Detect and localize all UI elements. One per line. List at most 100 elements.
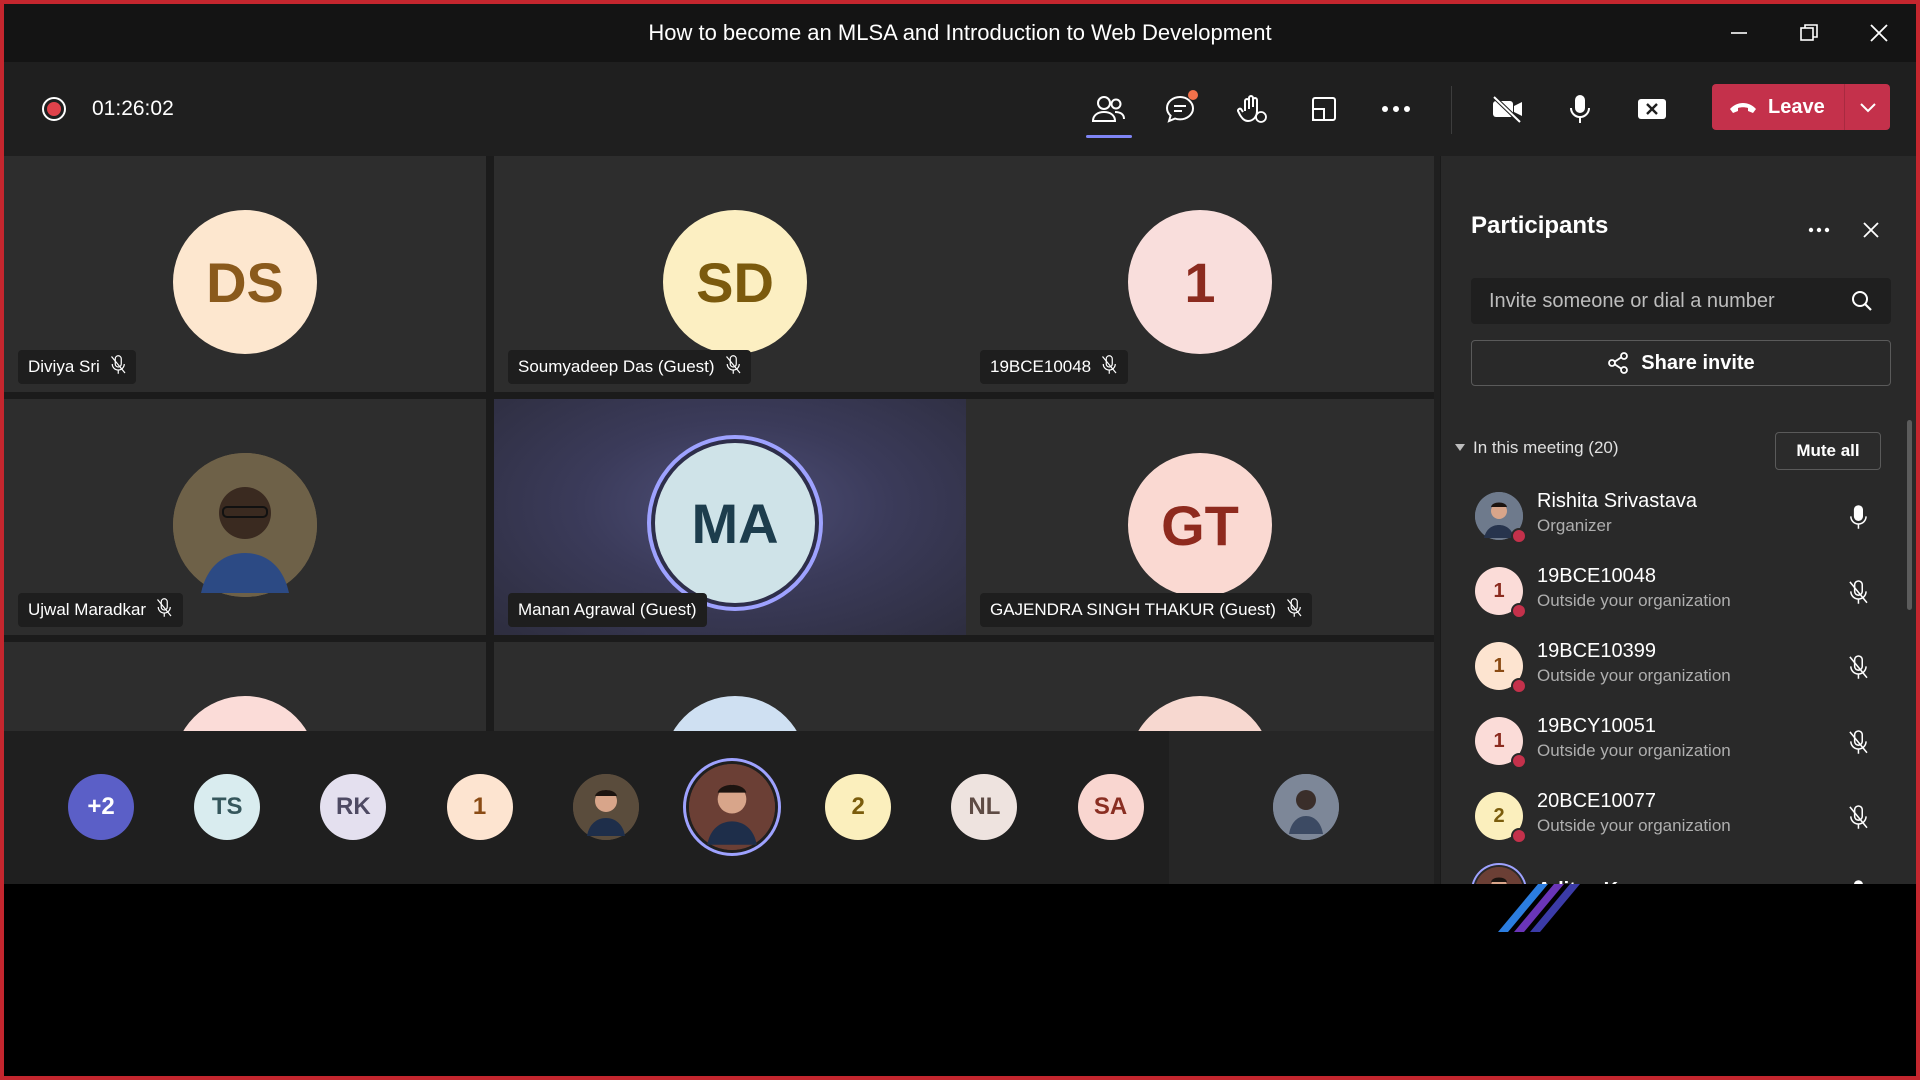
mic-muted-icon[interactable] — [1845, 577, 1871, 607]
participant-row[interactable]: 2 20BCE10077 Outside your organization — [1441, 780, 1916, 855]
mic-muted-icon[interactable] — [1845, 802, 1871, 832]
microphone-icon — [1570, 95, 1590, 123]
unread-dot — [1188, 90, 1198, 100]
avatar-initials: DS — [206, 250, 284, 314]
participant-row[interactable]: 1 19BCE10399 Outside your organization — [1441, 630, 1916, 705]
hang-up-icon — [1730, 103, 1756, 113]
show-conversation-button[interactable] — [1154, 84, 1206, 134]
show-participants-button[interactable] — [1082, 84, 1134, 138]
mic-muted-icon — [725, 354, 742, 380]
filmstrip-label: +2 — [87, 793, 115, 820]
chevron-down-icon — [1859, 103, 1876, 113]
microphone-icon[interactable] — [1845, 877, 1871, 884]
participant-avatar: 1 — [1128, 210, 1272, 354]
presence-status-icon — [1511, 603, 1527, 619]
recording-indicator-icon — [42, 97, 66, 121]
video-tile[interactable]: MA Manan Agrawal (Guest) — [494, 399, 976, 635]
video-tile[interactable]: Ujwal Maradkar — [4, 399, 486, 635]
person-photo-icon — [572, 774, 639, 840]
mute-all-button[interactable]: Mute all — [1775, 432, 1881, 470]
decorative-stripes — [1498, 884, 1580, 932]
more-icon — [1808, 227, 1830, 233]
mic-muted-icon[interactable] — [1845, 652, 1871, 682]
filmstrip-avatar[interactable]: SA — [1077, 774, 1144, 840]
more-icon — [1382, 106, 1410, 112]
participant-avatar: GT — [1128, 453, 1272, 597]
more-actions-button[interactable] — [1370, 84, 1422, 134]
presence-status-icon — [1511, 753, 1527, 769]
share-screen-icon — [1638, 99, 1666, 119]
restore-button[interactable] — [1774, 4, 1844, 62]
filmstrip-avatar[interactable] — [572, 774, 639, 840]
filmstrip-avatar[interactable]: 2 — [825, 774, 892, 840]
avatar-initials: 1 — [1493, 729, 1505, 752]
avatar-initials: MA — [691, 491, 779, 555]
section-label: In this meeting (20) — [1473, 438, 1619, 457]
filmstrip-avatar[interactable]: 1 — [446, 774, 513, 840]
view-layout-button[interactable] — [1298, 84, 1350, 134]
participant-name: Diviya Sri — [28, 357, 100, 376]
meeting-toolbar: 01:26:02 Leave — [4, 62, 1916, 156]
share-invite-button[interactable]: Share invite — [1471, 340, 1891, 386]
participant-role: Outside your organization — [1537, 591, 1731, 610]
in-meeting-section-toggle[interactable]: In this meeting (20) — [1455, 438, 1619, 458]
microphone-toggle-button[interactable] — [1554, 84, 1606, 134]
close-icon — [1863, 222, 1879, 238]
panel-scrollbar[interactable] — [1907, 420, 1912, 610]
self-avatar — [1273, 774, 1339, 840]
leave-button[interactable]: Leave — [1712, 84, 1890, 130]
participant-name: 19BCE10399 — [1537, 640, 1656, 662]
minimize-icon — [1731, 32, 1747, 34]
participant-row[interactable]: 1 19BCY10051 Outside your organization — [1441, 705, 1916, 780]
video-tile[interactable]: GT GAJENDRA SINGH THAKUR (Guest) — [966, 399, 1434, 635]
camera-off-icon — [1492, 95, 1522, 124]
leave-options-dropdown[interactable] — [1845, 84, 1890, 130]
filmstrip-label: 1 — [472, 793, 487, 820]
avatar-initials: 1 — [1493, 654, 1505, 677]
person-photo-icon — [173, 453, 317, 597]
presence-status-icon — [1511, 678, 1527, 694]
stop-sharing-button[interactable] — [1626, 84, 1678, 134]
mic-muted-icon — [110, 354, 127, 380]
filmstrip-avatar[interactable]: +2 — [68, 774, 134, 840]
invite-search-input[interactable]: Invite someone or dial a number — [1471, 278, 1891, 324]
reactions-button[interactable] — [1226, 84, 1278, 134]
filmstrip-avatar[interactable]: RK — [320, 774, 387, 840]
title-bar: How to become an MLSA and Introduction t… — [4, 4, 1916, 62]
camera-toggle-button[interactable] — [1482, 84, 1534, 134]
participant-role: Organizer — [1537, 516, 1612, 535]
filmstrip-avatar[interactable] — [689, 764, 775, 850]
microphone-icon[interactable] — [1845, 502, 1871, 532]
participant-name-tag: Manan Agrawal (Guest) — [508, 593, 707, 627]
mic-muted-icon[interactable] — [1845, 727, 1871, 757]
leave-main[interactable]: Leave — [1712, 84, 1844, 130]
participant-avatar — [173, 453, 317, 597]
participant-name: GAJENDRA SINGH THAKUR (Guest) — [990, 600, 1276, 619]
participant-name: Ujwal Maradkar — [28, 600, 147, 619]
video-tile[interactable]: 1 19BCE10048 — [966, 156, 1434, 392]
close-icon — [1870, 24, 1888, 42]
self-view-tile[interactable] — [1169, 731, 1434, 884]
filmstrip-label: RK — [336, 793, 371, 820]
participant-row[interactable]: Rishita Srivastava Organizer — [1441, 480, 1916, 555]
participant-row[interactable]: 1 19BCE10048 Outside your organization — [1441, 555, 1916, 630]
mic-muted-icon — [1101, 354, 1118, 380]
close-window-button[interactable] — [1844, 4, 1914, 62]
search-icon — [1852, 291, 1872, 311]
participant-name: Rishita Srivastava — [1537, 490, 1698, 512]
caret-down-icon — [1455, 444, 1465, 451]
participant-name: 19BCY10051 — [1537, 715, 1656, 737]
bottom-bar — [4, 884, 1916, 1076]
video-tile[interactable]: DS Diviya Sri — [4, 156, 486, 392]
filmstrip-avatar[interactable]: NL — [951, 774, 1018, 840]
filmstrip-avatar[interactable]: TS — [194, 774, 261, 840]
toolbar-divider — [1451, 86, 1452, 134]
minimize-button[interactable] — [1704, 4, 1774, 62]
participant-row[interactable]: Aditya Kumar — [1441, 855, 1916, 884]
panel-more-button[interactable] — [1801, 216, 1837, 244]
panel-close-button[interactable] — [1853, 216, 1889, 244]
presence-status-icon — [1511, 828, 1527, 844]
video-tile[interactable]: SD Soumyadeep Das (Guest) — [494, 156, 976, 392]
participant-name: 19BCE10048 — [990, 357, 1092, 376]
participant-role: Outside your organization — [1537, 816, 1731, 835]
